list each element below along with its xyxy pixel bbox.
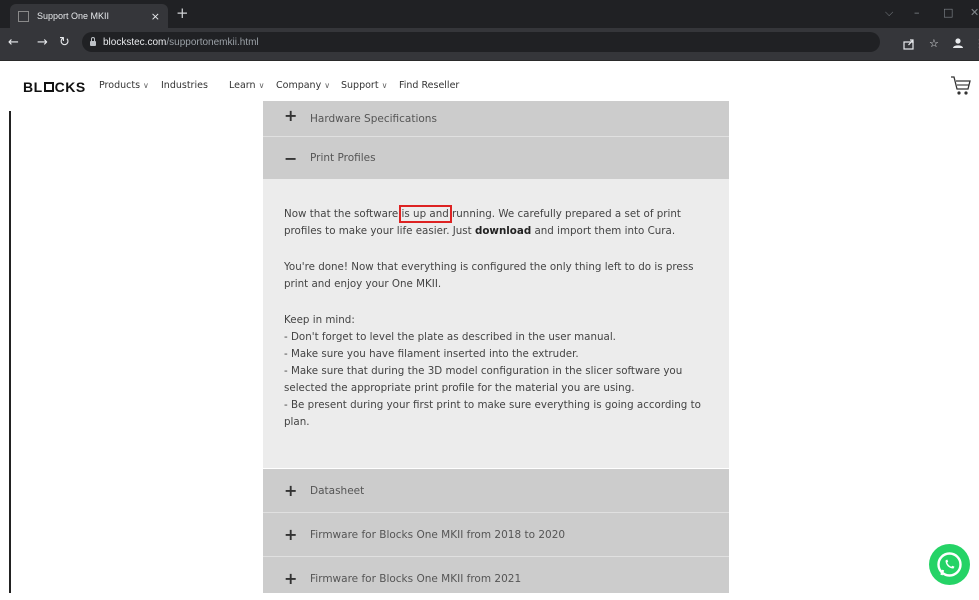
highlighted-text: is up and — [398, 205, 452, 223]
blocks-logo[interactable]: BL CKS — [23, 79, 86, 95]
download-link[interactable]: download — [475, 225, 531, 237]
forward-icon[interactable]: → — [37, 36, 48, 50]
back-icon[interactable]: ← — [8, 36, 19, 50]
close-window-icon[interactable]: ✕ — [970, 6, 979, 19]
tab-search-icon[interactable]: ⌵ — [885, 6, 893, 20]
nav-products[interactable]: Products ∨ — [99, 80, 149, 91]
maximize-icon[interactable]: □ — [943, 6, 953, 19]
chevron-down-icon: ∨ — [258, 81, 265, 90]
accordion-datasheet[interactable]: + Datasheet — [263, 469, 729, 512]
nav-industries[interactable]: Industries — [161, 80, 208, 91]
accordion-label: Print Profiles — [310, 152, 376, 164]
lock-icon[interactable] — [90, 37, 96, 46]
keep-in-mind-title: Keep in mind: — [284, 314, 355, 326]
text-segment: and import them into Cura. — [531, 225, 676, 237]
chevron-down-icon: ∨ — [381, 81, 388, 90]
plus-icon: + — [284, 481, 298, 500]
logo-text-right: CKS — [54, 79, 86, 95]
browser-tab[interactable]: Support One MKII × — [10, 4, 168, 28]
plus-icon: + — [284, 525, 298, 544]
accordion-label: Datasheet — [310, 484, 365, 497]
logo-square-icon — [43, 82, 54, 92]
tip-item: - Make sure you have filament inserted i… — [284, 348, 579, 360]
share-icon[interactable] — [903, 38, 915, 50]
nav-learn[interactable]: Learn ∨ — [229, 80, 264, 91]
page-left-border — [9, 111, 11, 593]
new-tab-button[interactable]: + — [176, 6, 189, 21]
print-profiles-content: Now that the software is up and running.… — [263, 179, 729, 468]
paragraph-print-profiles: Now that the software is up and running.… — [284, 205, 709, 240]
nav-company[interactable]: Company ∨ — [276, 80, 330, 91]
accordion-print-profiles[interactable]: − Print Profiles — [263, 137, 729, 179]
plus-icon: + — [284, 106, 298, 125]
minus-icon: − — [284, 148, 298, 168]
nav-find-reseller[interactable]: Find Reseller — [399, 80, 459, 91]
nav-support[interactable]: Support ∨ — [341, 80, 387, 91]
tab-title: Support One MKII — [37, 11, 110, 21]
accordion-hardware-specifications[interactable]: + Hardware Specifications — [263, 101, 729, 136]
nav-support-label: Support — [341, 80, 379, 91]
accordion-firmware-2021[interactable]: + Firmware for Blocks One MKII from 2021 — [263, 557, 729, 593]
plus-icon: + — [284, 569, 298, 588]
chevron-down-icon: ∨ — [143, 81, 149, 90]
address-bar[interactable]: blockstec.com/supportonemkii.html — [82, 32, 880, 52]
chevron-down-icon: ∨ — [324, 81, 331, 90]
whatsapp-button[interactable] — [929, 544, 970, 585]
nav-company-label: Company — [276, 80, 322, 91]
reload-icon[interactable]: ↻ — [59, 36, 70, 50]
accordion-label: Firmware for Blocks One MKII from 2018 t… — [310, 528, 566, 541]
nav-learn-label: Learn — [229, 80, 256, 91]
url-path: /supportonemkii.html — [166, 36, 259, 48]
logo-text-left: BL — [23, 79, 43, 95]
paragraph-done: You're done! Now that everything is conf… — [284, 261, 694, 290]
accordion-firmware-2018-2020[interactable]: + Firmware for Blocks One MKII from 2018… — [263, 513, 729, 556]
url-host: blockstec.com — [103, 36, 167, 48]
minimize-icon[interactable]: – — [914, 6, 920, 19]
accordion-label: Firmware for Blocks One MKII from 2021 — [310, 572, 522, 585]
text-segment: Now that the software — [284, 208, 402, 220]
favicon-icon — [18, 10, 29, 22]
cart-icon[interactable] — [950, 75, 972, 97]
nav-products-label: Products — [99, 80, 141, 91]
star-icon[interactable]: ☆ — [929, 37, 939, 50]
tip-item: - Be present during your first print to … — [284, 399, 701, 428]
menu-icon[interactable]: ⋮ — [974, 37, 979, 50]
tip-item: - Don't forget to level the plate as des… — [284, 331, 616, 343]
paragraph-keep-in-mind: Keep in mind: - Don't forget to level th… — [284, 312, 709, 431]
tab-close-icon[interactable]: × — [151, 10, 160, 23]
whatsapp-icon — [937, 552, 962, 577]
nav-industries-label: Industries — [161, 80, 208, 91]
accordion-label: Hardware Specifications — [310, 113, 437, 125]
profile-icon[interactable] — [952, 37, 964, 49]
browser-toolbar: ← → ↻ blockstec.com/supportonemkii.html … — [0, 28, 979, 61]
browser-tab-strip: Support One MKII × + ⌵ – □ ✕ — [0, 0, 979, 28]
tip-item: - Make sure that during the 3D model con… — [284, 365, 683, 394]
nav-find-reseller-label: Find Reseller — [399, 80, 460, 91]
